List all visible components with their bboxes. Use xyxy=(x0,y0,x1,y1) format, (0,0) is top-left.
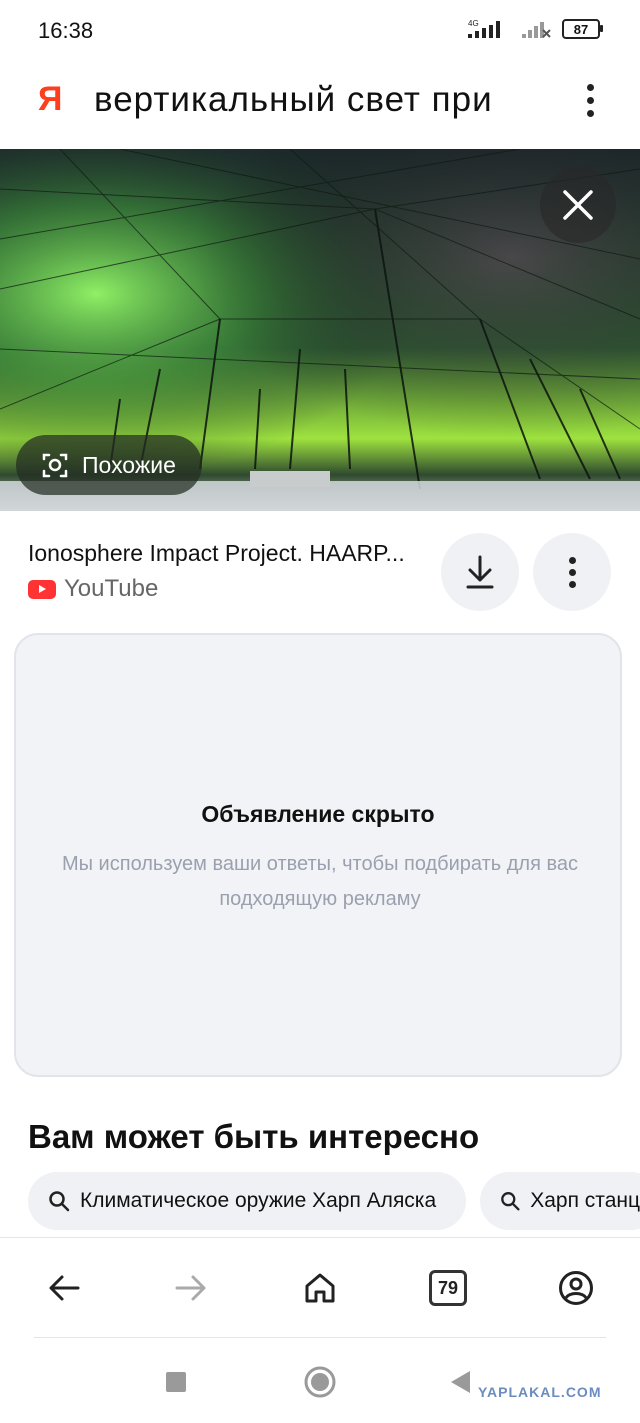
close-icon xyxy=(563,190,593,220)
camera-search-icon xyxy=(42,453,68,478)
recents-button[interactable] xyxy=(156,1362,196,1402)
system-home-button[interactable] xyxy=(300,1362,340,1402)
status-icons: 4G 87 xyxy=(466,18,603,40)
chip-label: Климатическое оружие Харп Аляска xyxy=(80,1189,437,1212)
search-icon xyxy=(49,1191,70,1212)
recommendations-heading: Вам может быть интересно xyxy=(28,1118,480,1155)
svg-text:4G: 4G xyxy=(468,19,479,28)
forward-button[interactable] xyxy=(165,1262,217,1314)
back-arrow-icon xyxy=(49,1275,80,1301)
youtube-logo-icon xyxy=(28,579,56,599)
chip-label: Харп станц xyxy=(530,1189,640,1212)
source-name: YouTube xyxy=(64,575,159,602)
suggestion-chip[interactable]: Климатическое оружие Харп Аляска xyxy=(28,1172,466,1230)
profile-icon xyxy=(559,1271,593,1305)
back-triangle-icon xyxy=(451,1371,470,1393)
more-icon[interactable] xyxy=(574,78,606,122)
battery-icon: 87 xyxy=(562,19,603,39)
tabs-icon: 79 xyxy=(429,1270,467,1306)
query-fade xyxy=(500,74,560,134)
home-button[interactable] xyxy=(294,1262,346,1314)
similar-label: Похожие xyxy=(82,451,176,478)
signal-4g-icon: 4G xyxy=(468,19,500,38)
home-icon xyxy=(305,1273,335,1303)
result-source[interactable]: YouTube xyxy=(28,575,158,603)
download-button[interactable] xyxy=(441,533,519,611)
forward-arrow-icon xyxy=(175,1275,206,1301)
recents-square-icon xyxy=(166,1372,186,1392)
result-image[interactable]: Похожие xyxy=(0,149,640,511)
ad-text: Мы используем ваши ответы, чтобы подбира… xyxy=(61,853,579,910)
status-time: 16:38 xyxy=(38,18,94,43)
yandex-logo[interactable]: Я xyxy=(38,80,62,119)
home-circle-icon xyxy=(304,1366,336,1398)
similar-button[interactable]: Похожие xyxy=(16,435,202,495)
system-back-button[interactable] xyxy=(440,1362,480,1402)
signal-no-sim-icon xyxy=(522,22,551,38)
more-button[interactable] xyxy=(533,533,611,611)
result-title[interactable]: Ionosphere Impact Project. HAARP... xyxy=(28,540,428,567)
status-bar: 16:38 4G 87 xyxy=(0,0,640,62)
suggestion-chip[interactable]: Харп станц xyxy=(480,1172,640,1230)
close-button[interactable] xyxy=(540,167,616,243)
download-icon xyxy=(466,555,494,589)
nav-divider xyxy=(34,1337,606,1338)
back-button[interactable] xyxy=(38,1262,90,1314)
ad-hidden-card: Объявление скрыто Мы используем ваши отв… xyxy=(14,633,622,1077)
tabs-button[interactable]: 79 xyxy=(422,1262,474,1314)
search-icon xyxy=(501,1192,520,1211)
profile-button[interactable] xyxy=(550,1262,602,1314)
watermark: YAPLAKAL.COM xyxy=(478,1384,602,1400)
ad-title: Объявление скрыто xyxy=(201,801,435,827)
search-query[interactable]: вертикальный свет при xyxy=(94,80,554,120)
